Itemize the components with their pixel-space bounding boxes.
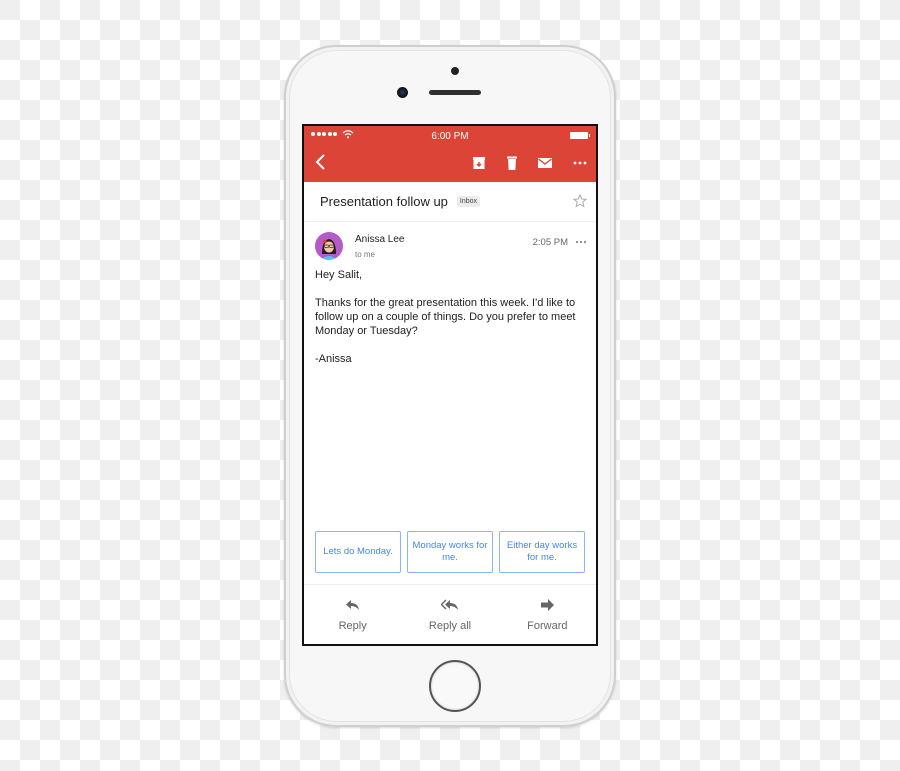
smart-reply-button[interactable]: Either day works for me.	[499, 531, 585, 573]
toolbar	[304, 146, 596, 180]
battery-icon	[570, 132, 590, 139]
status-bar: 6:00 PM	[304, 126, 596, 146]
forward-button[interactable]: Forward	[499, 585, 596, 644]
signal-icon	[311, 132, 337, 136]
phone-screen: 6:00 PM Presentation follow up Inbox Ani…	[302, 124, 598, 646]
app-bar: 6:00 PM	[304, 126, 596, 182]
trash-icon[interactable]	[504, 155, 520, 171]
chevron-left-icon[interactable]	[314, 153, 328, 171]
more-horizontal-icon[interactable]	[572, 155, 588, 171]
smart-replies: Lets do Monday. Monday works for me. Eit…	[315, 531, 585, 573]
star-icon[interactable]	[573, 194, 587, 208]
smart-reply-button[interactable]: Monday works for me.	[407, 531, 493, 573]
smart-reply-button[interactable]: Lets do Monday.	[315, 531, 401, 573]
status-time: 6:00 PM	[431, 130, 469, 142]
forward-icon	[541, 599, 555, 611]
email-body: Hey Salit, Thanks for the great presenta…	[315, 268, 591, 380]
proximity-sensor	[451, 67, 459, 75]
subject-row: Presentation follow up Inbox	[304, 182, 596, 222]
earpiece-speaker	[429, 90, 481, 95]
reply-all-button[interactable]: Reply all	[401, 585, 498, 644]
reply-icon	[345, 600, 359, 610]
wifi-icon	[342, 130, 354, 139]
reply-all-icon	[440, 599, 458, 610]
forward-label: Forward	[527, 620, 568, 632]
more-horizontal-icon[interactable]	[575, 240, 587, 244]
inbox-label-badge[interactable]: Inbox	[456, 196, 481, 207]
body-paragraph: Thanks for the great presentation this w…	[315, 297, 576, 337]
archive-icon[interactable]	[471, 155, 487, 171]
body-greeting: Hey Salit,	[315, 269, 363, 281]
recipient-text[interactable]: to me	[355, 250, 375, 259]
body-signature: -Anissa	[315, 353, 352, 365]
reply-all-label: Reply all	[428, 620, 472, 632]
email-subject: Presentation follow up	[320, 194, 448, 209]
front-camera	[397, 87, 408, 98]
sender-name: Anissa Lee	[355, 234, 405, 245]
mail-icon[interactable]	[537, 155, 553, 171]
home-button[interactable]	[429, 660, 481, 712]
email-time: 2:05 PM	[532, 237, 568, 248]
reply-label: Reply	[338, 620, 367, 632]
avatar-illustration-icon	[321, 239, 337, 260]
reply-button[interactable]: Reply	[304, 585, 401, 644]
action-bar: Reply Reply all Forward	[304, 584, 596, 644]
sender-row: Anissa Lee to me 2:05 PM	[304, 222, 596, 266]
avatar[interactable]	[315, 232, 343, 260]
